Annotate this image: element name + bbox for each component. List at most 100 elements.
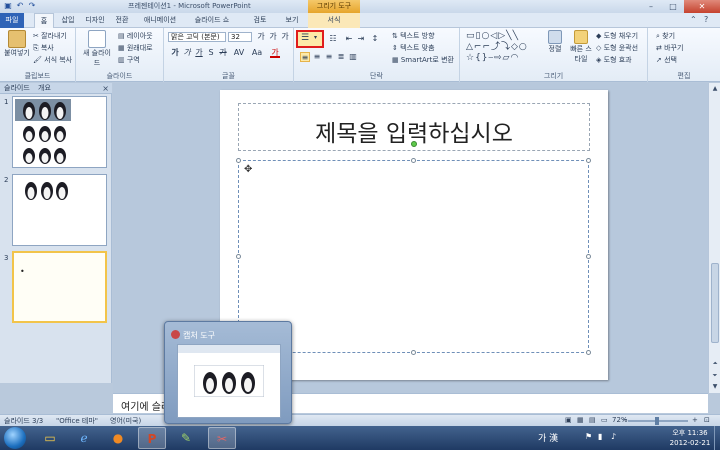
tab-view[interactable]: 보기 (282, 13, 302, 28)
resize-handle[interactable] (586, 350, 591, 355)
clock[interactable]: 오후 11:36 2012-02-21 (668, 428, 712, 448)
scroll-down-icon[interactable]: ▼ (710, 382, 720, 392)
replace-button[interactable]: ⇄ 바꾸기 (656, 43, 683, 53)
underline-button[interactable]: 가 (194, 48, 204, 58)
next-slide-icon[interactable]: ⏷ (710, 371, 720, 381)
resize-handle[interactable] (586, 254, 591, 259)
fit-to-window-icon[interactable]: ⊡ (704, 416, 710, 424)
resize-handle[interactable] (411, 158, 416, 163)
taskbar-preview[interactable]: 캡처 도구 (164, 321, 292, 424)
language-indicator[interactable]: 영어(미국) (110, 416, 141, 426)
strikethrough-button[interactable]: 가 (218, 48, 228, 58)
shrink-font-button[interactable]: 가 (268, 32, 278, 42)
snipping-tool-taskbar-icon[interactable]: ✂ (208, 427, 236, 449)
theme-name[interactable]: "Office 테마" (56, 416, 98, 426)
line-spacing-icon[interactable]: ↕ (370, 34, 380, 44)
tab-design[interactable]: 디자인 (82, 13, 108, 28)
resize-handle[interactable] (586, 158, 591, 163)
italic-button[interactable]: 가 (182, 48, 192, 58)
slideshow-icon[interactable]: ▭ (601, 416, 608, 424)
grow-font-button[interactable]: 가 (256, 32, 266, 42)
tab-review[interactable]: 검토 (250, 13, 270, 28)
format-painter-button[interactable]: 🖌 서식 복사 (33, 55, 72, 65)
bullets-button[interactable]: ☰ ▾ (296, 30, 324, 48)
find-button[interactable]: ⌕ 찾기 (656, 31, 675, 41)
explorer-icon[interactable]: ▭ (36, 427, 64, 449)
reading-view-icon[interactable]: ▤ (589, 416, 596, 424)
resize-handle[interactable] (236, 158, 241, 163)
tray-volume-icon[interactable]: ♪ (611, 432, 616, 441)
redo-icon[interactable]: ↷ (27, 1, 37, 11)
justify-icon[interactable]: ≣ (336, 52, 346, 62)
shape-fill-button[interactable]: ◆ 도형 채우기 (596, 31, 638, 41)
text-direction-button[interactable]: ⇅ 텍스트 방향 (392, 31, 435, 41)
vertical-scrollbar[interactable]: ▲ ⏶ ⏷ ▼ (708, 83, 720, 393)
shapes-gallery[interactable]: ▭▯○◁▷╲╲ △⌐⌐⤴⤵◇○ ☆{}⎯⇨▱◠ (466, 31, 540, 65)
arrange-button[interactable]: 정렬 (544, 30, 566, 54)
paste-button[interactable]: 붙여넣기 (3, 30, 31, 58)
change-case-button[interactable]: Aa (250, 48, 264, 58)
tab-format[interactable]: 서식 (308, 13, 360, 28)
new-slide-button[interactable]: 새 슬라이드 (80, 30, 114, 68)
help-icon[interactable]: ? (704, 15, 708, 24)
layout-button[interactable]: ▤ 레이아웃 (118, 31, 153, 41)
close-icon[interactable]: × (102, 83, 109, 94)
powerpoint-icon[interactable]: P (138, 427, 166, 449)
smartart-button[interactable]: ▦ SmartArt로 변환 (392, 55, 454, 65)
resize-handle[interactable] (236, 254, 241, 259)
align-right-icon[interactable]: ≡ (324, 52, 334, 62)
previous-slide-icon[interactable]: ⏶ (710, 359, 720, 369)
tab-slides[interactable]: 슬라이드 (4, 83, 30, 94)
slide-thumbnail-1[interactable] (12, 96, 107, 168)
increase-indent-icon[interactable]: ⇥ (356, 34, 366, 44)
font-color-button[interactable]: 가 (270, 48, 280, 58)
maximize-button[interactable]: □ (662, 0, 684, 13)
clear-format-button[interactable]: 가 (280, 32, 290, 42)
tab-home[interactable]: 홈 (34, 13, 54, 29)
close-button[interactable]: ✕ (684, 0, 720, 13)
numbering-icon[interactable]: ☷ (328, 34, 338, 44)
copy-button[interactable]: ⎘ 복사 (33, 43, 54, 53)
slide-thumbnail-2[interactable] (12, 174, 107, 246)
columns-icon[interactable]: ▥ (348, 52, 358, 62)
resize-handle[interactable] (411, 350, 416, 355)
font-name-combo[interactable]: 맑은 고딕 (본문) (168, 32, 226, 42)
minimize-ribbon-icon[interactable]: ⌃ (690, 15, 697, 24)
paint-icon[interactable]: ✎ (172, 427, 200, 449)
normal-view-icon[interactable]: ▣ (565, 416, 572, 424)
font-size-combo[interactable]: 32 (228, 32, 252, 42)
char-spacing-button[interactable]: AV (232, 48, 246, 58)
scroll-up-icon[interactable]: ▲ (710, 84, 720, 94)
tray-network-icon[interactable]: ▮ (598, 432, 602, 441)
move-handle-icon[interactable]: ✥ (244, 164, 252, 175)
start-button[interactable] (4, 427, 26, 449)
quick-styles-button[interactable]: 빠른 스타일 (568, 30, 594, 64)
tab-slideshow[interactable]: 슬라이드 쇼 (188, 13, 236, 28)
tab-animations[interactable]: 애니메이션 (140, 13, 180, 28)
section-button[interactable]: ▥ 구역 (118, 55, 140, 65)
zoom-in-icon[interactable]: + (692, 416, 698, 424)
slide-sorter-icon[interactable]: ▦ (577, 416, 584, 424)
tray-ime[interactable]: 가 漢 (538, 431, 558, 444)
firefox-icon[interactable]: ● (104, 427, 132, 449)
shape-effects-button[interactable]: ◈ 도형 효과 (596, 55, 632, 65)
undo-icon[interactable]: ↶ (15, 1, 25, 11)
align-left-icon[interactable]: ≡ (300, 52, 310, 62)
tab-outline[interactable]: 개요 (38, 83, 51, 94)
shadow-button[interactable]: S (206, 48, 216, 58)
zoom-out-icon[interactable]: − (622, 416, 628, 424)
ie-icon[interactable]: ℯ (70, 427, 98, 449)
select-button[interactable]: ➚ 선택 (656, 55, 677, 65)
save-icon[interactable]: ▣ (3, 1, 13, 11)
minimize-button[interactable]: – (640, 0, 662, 13)
bold-button[interactable]: 가 (170, 48, 180, 58)
cut-button[interactable]: ✂ 잘라내기 (33, 31, 67, 41)
tab-file[interactable]: 파일 (0, 13, 24, 28)
decrease-indent-icon[interactable]: ⇤ (344, 34, 354, 44)
slide-thumbnail-3[interactable]: • (12, 251, 107, 323)
rotation-handle[interactable] (411, 141, 417, 147)
align-center-icon[interactable]: ≡ (312, 52, 322, 62)
zoom-slider-thumb[interactable] (655, 417, 659, 425)
tab-insert[interactable]: 삽입 (58, 13, 78, 28)
tab-transitions[interactable]: 전환 (112, 13, 132, 28)
